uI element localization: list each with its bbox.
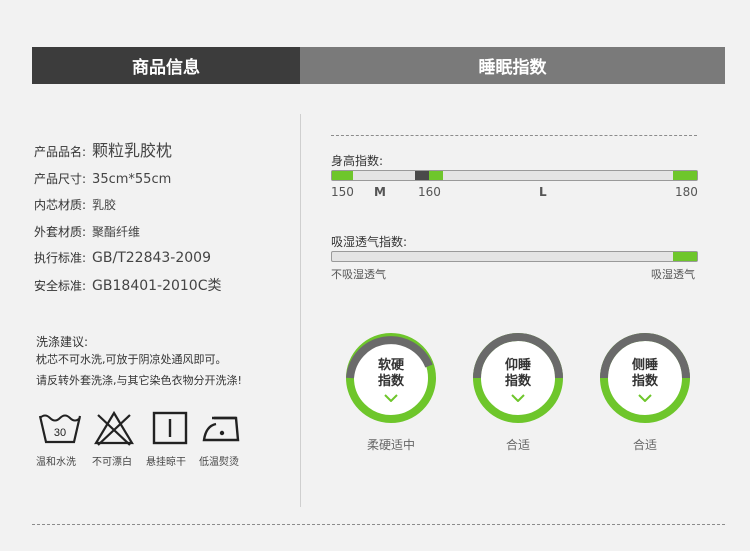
spec-value: GB18401-2010C类 (92, 278, 222, 294)
sleep-index-header: 睡眠指数 (300, 47, 725, 84)
no-bleach-icon (94, 410, 134, 446)
spec-label: 执行标准: (34, 251, 87, 265)
spec-row-standard: 执行标准: GB/T22843-2009 (34, 249, 211, 266)
spec-label: 安全标准: (34, 279, 87, 293)
spec-value: 聚酯纤维 (92, 225, 141, 239)
height-mid-label: 160 (418, 185, 441, 199)
spec-value: GB/T22843-2009 (92, 250, 211, 266)
spec-row-name: 产品品名: 颗粒乳胶枕 (34, 137, 172, 161)
spec-row-cover: 外套材质: 聚酯纤维 (34, 223, 140, 240)
height-index-bar (331, 170, 698, 181)
spec-row-core: 内芯材质: 乳胶 (34, 196, 116, 213)
moisture-index-title: 吸湿透气指数: (331, 235, 408, 249)
bottom-divider (32, 524, 725, 525)
height-index-title: 身高指数: (331, 154, 384, 168)
side-sleep-caption: 合适 (632, 438, 657, 452)
spec-value: 35cm*55cm (92, 172, 172, 187)
care-label: 悬挂晾干 (146, 457, 186, 468)
height-min-label: 150 (331, 185, 354, 199)
iron-low-icon (202, 416, 240, 442)
spec-label: 产品品名: (34, 145, 87, 159)
gauge-line1: 侧睡 (631, 358, 658, 373)
height-l-label: L (539, 185, 547, 199)
wash-temp: 30 (54, 427, 66, 439)
line-dry-icon (152, 411, 188, 445)
height-segment-start (332, 171, 353, 180)
care-line: 请反转外套洗涤,与其它染色衣物分开洗涤! (36, 374, 242, 387)
gauge-line1: 仰睡 (504, 358, 531, 373)
firmness-caption: 柔硬适中 (366, 438, 415, 452)
chevron-down-icon (638, 394, 652, 402)
care-label: 温和水洗 (36, 457, 76, 468)
gauge-line2: 指数 (377, 374, 404, 389)
height-marker (415, 171, 429, 180)
wash-30-icon: 30 (38, 414, 82, 444)
spec-label: 产品尺寸: (34, 172, 87, 186)
spec-label: 外套材质: (34, 225, 87, 239)
height-m-label: M (374, 185, 386, 199)
chevron-down-icon (511, 394, 525, 402)
spec-value: 颗粒乳胶枕 (92, 141, 173, 160)
back-sleep-gauge: 仰睡 指数 (470, 330, 566, 426)
index-top-divider (331, 135, 697, 136)
column-divider (300, 114, 301, 507)
moisture-high-label: 吸湿透气 (651, 268, 695, 281)
spec-label: 内芯材质: (34, 198, 87, 212)
sleep-index-title: 睡眠指数 (478, 58, 547, 78)
spec-value: 乳胶 (92, 198, 117, 212)
height-segment-end (673, 171, 697, 180)
spec-row-size: 产品尺寸: 35cm*55cm (34, 170, 171, 187)
product-info-header: 商品信息 (32, 47, 300, 84)
height-max-label: 180 (675, 185, 698, 199)
care-title: 洗涤建议: (36, 335, 89, 349)
moisture-level (673, 252, 697, 261)
gauge-line2: 指数 (504, 374, 531, 389)
side-sleep-gauge: 侧睡 指数 (597, 330, 693, 426)
moisture-index-bar (331, 251, 698, 262)
care-label: 低温熨烫 (199, 457, 239, 468)
gauge-line1: 软硬 (377, 358, 404, 373)
care-line: 枕芯不可水洗,可放于阴凉处通风即可。 (36, 353, 227, 366)
chevron-down-icon (384, 394, 398, 402)
firmness-gauge: 软硬 指数 (343, 330, 439, 426)
back-sleep-caption: 合适 (505, 438, 530, 452)
care-label: 不可漂白 (92, 457, 132, 468)
moisture-low-label: 不吸湿透气 (331, 268, 386, 281)
spec-row-safety: 安全标准: GB18401-2010C类 (34, 275, 222, 295)
gauge-line2: 指数 (631, 374, 658, 389)
height-segment-mid (429, 171, 443, 180)
product-info-title: 商品信息 (132, 58, 200, 78)
